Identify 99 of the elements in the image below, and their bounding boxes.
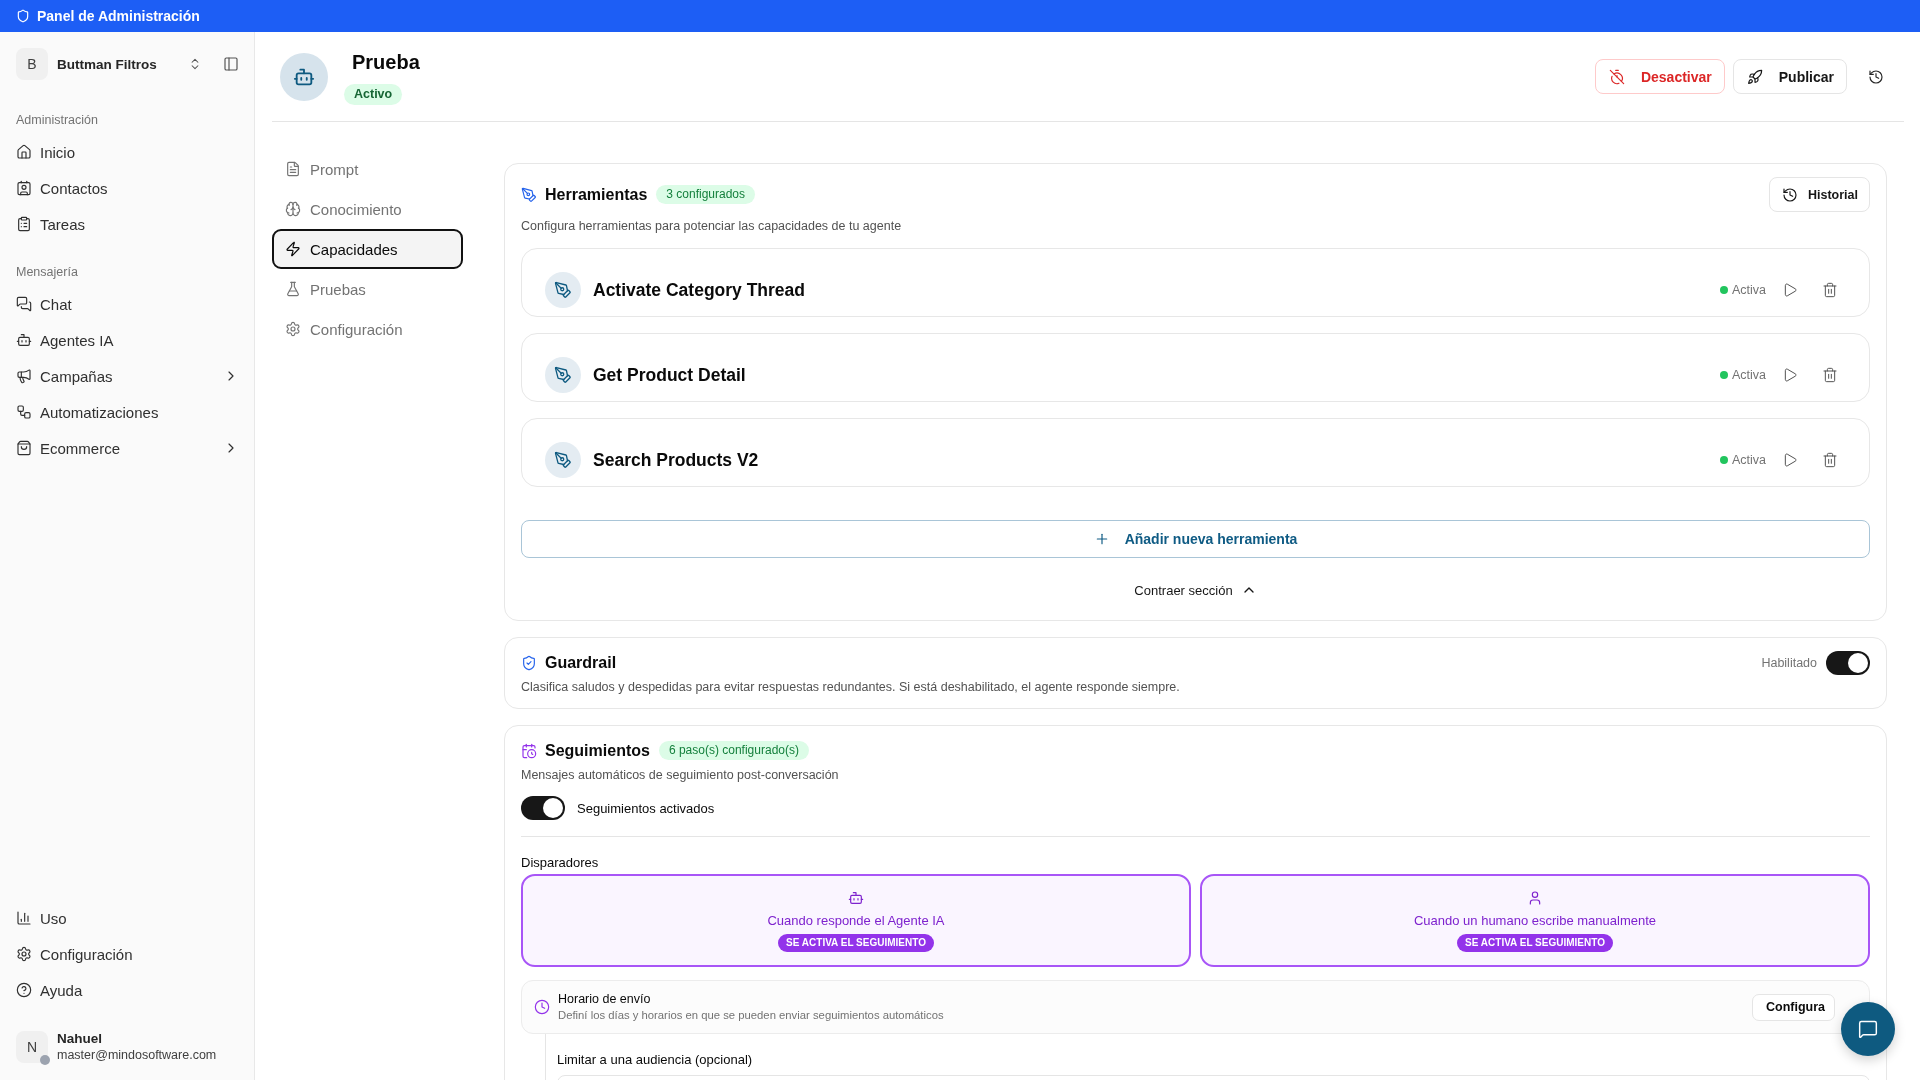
play-icon xyxy=(1782,452,1798,468)
nav-item[interactable]: Agentes IA xyxy=(8,322,247,358)
trigger-label: Cuando un humano escribe manualmente xyxy=(1413,912,1657,929)
workspace-name[interactable]: Buttman Filtros xyxy=(57,56,188,72)
section-tab[interactable]: Pruebas xyxy=(272,269,463,309)
settings-icon xyxy=(285,321,301,337)
publish-button[interactable]: Publicar xyxy=(1732,59,1847,94)
count-badge: 6 paso(s) configurado(s) xyxy=(658,741,809,760)
app-title: Panel de Administración xyxy=(37,8,200,24)
shield-check-icon xyxy=(521,654,537,671)
clock-icon xyxy=(534,999,550,1015)
trigger-label: Cuando responde el Agente IA xyxy=(767,912,945,929)
pen-tool-icon xyxy=(521,186,537,203)
add-tool-button[interactable]: Añadir nueva herramienta xyxy=(521,520,1870,558)
section-tab[interactable]: Capacidades xyxy=(272,229,463,269)
trash-icon xyxy=(1822,367,1838,383)
section-description: Mensajes automáticos de seguimiento post-conversación xyxy=(521,767,840,784)
nav-item[interactable]: Automatizaciones xyxy=(8,394,247,430)
configure-button[interactable]: Configura xyxy=(1751,993,1835,1021)
chat-icon xyxy=(1858,1019,1878,1039)
user-icon xyxy=(1527,889,1543,906)
section-title: Guardrail xyxy=(545,653,617,672)
nav-item[interactable]: Chat xyxy=(8,286,247,322)
toggle-switch[interactable] xyxy=(521,796,565,820)
rocket-icon xyxy=(1746,68,1763,85)
tool-name: Activate Category Thread xyxy=(593,279,805,301)
section-tab[interactable]: Configuración xyxy=(272,309,463,349)
count-badge: 3 configurados xyxy=(656,185,755,204)
robot-icon xyxy=(280,52,328,101)
nav-item[interactable]: Uso xyxy=(8,900,247,936)
workspace-avatar: B xyxy=(16,48,48,80)
trigger-tag: SE ACTIVA EL SEGUIMIENTO xyxy=(1457,933,1613,952)
sidebar-panel-icon[interactable] xyxy=(223,56,239,72)
settings-icon xyxy=(16,946,32,962)
section-title: Seguimientos xyxy=(545,741,650,760)
help-icon xyxy=(16,982,32,998)
shopping-bag-icon xyxy=(16,440,32,456)
robot-icon xyxy=(848,889,864,906)
section-tab[interactable]: Prompt xyxy=(272,149,463,189)
lightning-icon xyxy=(285,241,301,257)
robot-icon xyxy=(16,332,32,348)
status-label: Activa xyxy=(1731,453,1766,467)
history-icon xyxy=(1868,68,1884,85)
schedule-title: Horario de envío xyxy=(558,991,652,1007)
deactivate-button[interactable]: Desactivar xyxy=(1594,59,1725,94)
play-icon xyxy=(1782,282,1798,298)
section-label: Administración xyxy=(16,112,99,129)
status-badge: Activo xyxy=(344,83,403,105)
house-icon xyxy=(16,144,32,160)
pen-tool-icon xyxy=(545,272,581,308)
nav-item[interactable]: Campañas xyxy=(8,358,247,394)
nav-item[interactable]: Contactos xyxy=(8,170,247,206)
audience-label: Limitar a una audiencia (opcional) xyxy=(557,1051,754,1069)
document-icon xyxy=(285,161,301,177)
nav-item[interactable]: Configuración xyxy=(8,936,247,972)
clipboard-list-icon xyxy=(16,216,32,232)
megaphone-icon xyxy=(16,368,32,384)
pen-tool-icon xyxy=(545,442,581,478)
nav-item[interactable]: Ecommerce xyxy=(8,430,247,466)
trash-icon xyxy=(1822,452,1838,468)
section-title: Herramientas xyxy=(545,185,648,204)
user-avatar: N xyxy=(16,1031,48,1063)
status-label: Activa xyxy=(1731,368,1766,382)
timer-off-icon xyxy=(1608,68,1625,85)
triggers-label: Disparadores xyxy=(521,854,600,872)
toggle-label: Habilitado xyxy=(1761,655,1817,670)
nav-item[interactable]: Inicio xyxy=(8,134,247,170)
trigger-card[interactable]: Cuando un humano escribe manualmente SE ACTIVA EL SEGUIMIENTO xyxy=(1200,874,1870,967)
section-description: Clasifica saludos y despedidas para evitar respuestas redundantes. Si está deshabilitado, el agente responde siempre. xyxy=(521,679,1181,696)
history-button[interactable]: Historial xyxy=(1769,177,1870,212)
status-label: Activa xyxy=(1731,283,1766,297)
history-icon xyxy=(1782,186,1798,203)
toggle-switch[interactable] xyxy=(1826,650,1870,675)
user-name: Nahuel xyxy=(57,1030,103,1047)
trash-icon xyxy=(1822,282,1838,298)
flask-icon xyxy=(285,281,301,297)
collapse-button[interactable]: Contraer sección xyxy=(1134,578,1257,602)
contact-card-icon xyxy=(16,180,32,196)
workflow-icon xyxy=(16,404,32,420)
calendar-clock-icon xyxy=(521,742,537,759)
brain-icon xyxy=(285,201,301,217)
tool-name: Search Products V2 xyxy=(593,449,759,471)
agent-name: Prueba xyxy=(351,49,420,75)
trigger-card[interactable]: Cuando responde el Agente IA SE ACTIVA EL SEGUIMIENTO xyxy=(521,874,1191,967)
section-description: Configura herramientas para potenciar las capacidades de tu agente xyxy=(521,218,903,235)
nav-item[interactable]: Tareas xyxy=(8,206,247,242)
play-icon xyxy=(1782,367,1798,383)
trigger-tag: SE ACTIVA EL SEGUIMIENTO xyxy=(778,933,934,952)
nav-item[interactable]: Ayuda xyxy=(8,972,247,1008)
chat-bubbles-icon xyxy=(16,296,32,312)
user-email: master@mindosoftware.com xyxy=(57,1047,217,1064)
section-tab[interactable]: Conocimiento xyxy=(272,189,463,229)
pen-tool-icon xyxy=(545,357,581,393)
tool-name: Get Product Detail xyxy=(593,364,746,386)
shield-icon xyxy=(16,9,30,23)
toggle-label: Seguimientos activados xyxy=(577,800,715,816)
section-label: Mensajería xyxy=(16,264,79,281)
schedule-description: Definí los días y horarios en que se pueden enviar seguimientos automáticos xyxy=(558,1008,944,1023)
bar-chart-icon xyxy=(16,910,32,926)
